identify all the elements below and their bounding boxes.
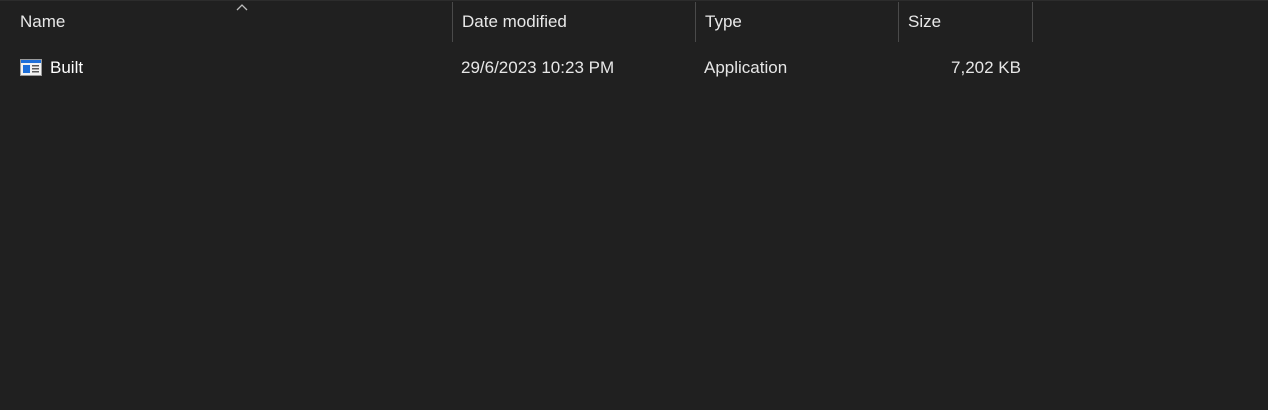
column-header-bar: Name Date modified Type Size (0, 0, 1268, 42)
chevron-up-icon (236, 4, 248, 11)
column-header-size[interactable]: Size (898, 2, 1033, 42)
column-header-type[interactable]: Type (695, 2, 898, 42)
file-type: Application (704, 58, 788, 77)
column-header-type-label: Type (705, 12, 742, 31)
file-name-cell: Built (20, 50, 440, 86)
column-header-name-label: Name (20, 12, 66, 31)
column-header-date-modified-label: Date modified (462, 12, 567, 31)
application-icon (20, 59, 42, 76)
column-header-date-modified[interactable]: Date modified (452, 2, 695, 42)
column-header-size-label: Size (908, 12, 942, 31)
file-row[interactable]: Built 29/6/2023 10:23 PM Application 7,2… (11, 50, 1033, 86)
file-size: 7,202 KB (951, 58, 1021, 77)
file-explorer-details-view: Name Date modified Type Size Built 29/6/… (0, 0, 1268, 410)
column-header-name[interactable]: Name (11, 2, 452, 42)
file-name: Built (50, 58, 84, 77)
file-date-modified: 29/6/2023 10:23 PM (461, 58, 615, 77)
